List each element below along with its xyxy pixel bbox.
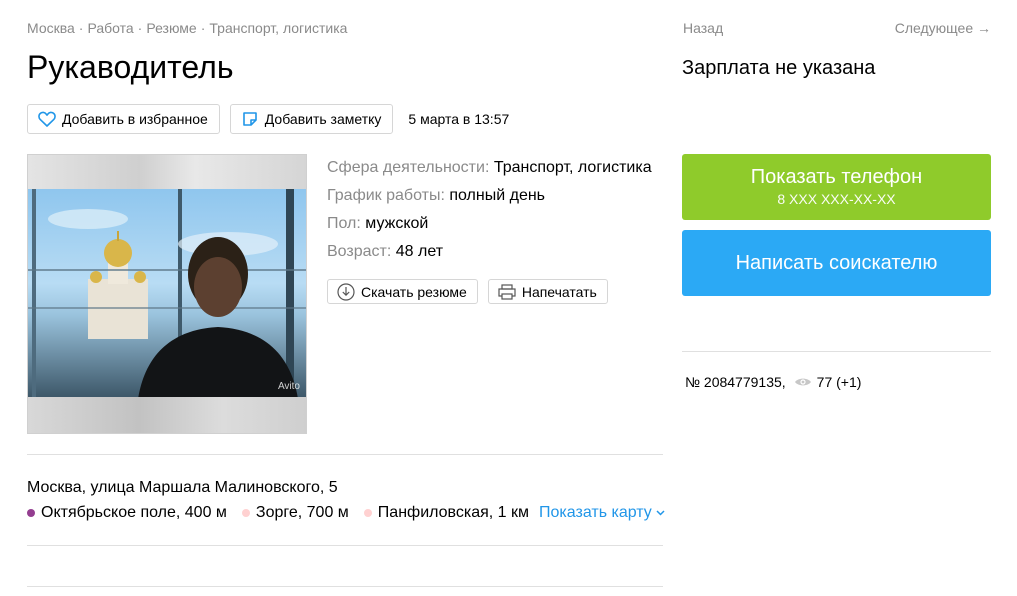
write-to-applicant-button[interactable]: Написать соискателю [682,230,991,296]
page-title: Рукаводитель [27,49,234,85]
back-link[interactable]: Назад [683,20,723,36]
metro-line-dot [241,509,250,517]
metro-station: Панфиловская, 1 км [363,504,530,522]
divider [27,545,663,546]
print-button[interactable]: Напечатать [487,279,608,304]
detail-row-gender: Пол: мужской [327,210,652,238]
view-count: 77 (+1) [816,374,862,390]
metro-line-dot [27,509,35,517]
detail-value: Транспорт, логистика [493,159,652,176]
breadcrumb: Москва · Работа · Резюме · Транспорт, логистик… [27,20,347,36]
photo-illustration [28,189,306,399]
printer-icon [498,283,516,301]
detail-row-age: Возраст: 48 лет [327,238,652,266]
salary: Зарплата не указана [682,57,876,79]
resume-photo[interactable]: Avito [27,154,307,434]
show-map-link[interactable]: Показать карту [539,504,665,522]
document-actions: Скачать резюме Напечатать [327,279,618,304]
breadcrumb-item-transport[interactable]: Транспорт, логистика [209,20,347,36]
metro-line-dot [363,509,372,517]
divider [27,586,663,587]
photo-blur-top [28,155,306,189]
detail-value: мужской [365,215,429,232]
detail-label: Сфера деятельности: [327,159,490,176]
detail-label: График работы: [327,187,445,204]
chevron-down-icon [656,507,665,519]
show-phone-button[interactable]: Показать телефон 8 XXX XXX-XX-XX [682,154,991,220]
metro-stations: Октябрьское поле, 400 м Зорге, 700 м Пан… [27,504,665,522]
add-to-favorites-button[interactable]: Добавить в избранное [27,104,220,134]
detail-label: Пол: [327,215,361,232]
breadcrumb-separator: · [78,20,84,36]
add-to-favorites-label: Добавить в избранное [62,111,208,127]
detail-label: Возраст: [327,243,392,260]
photo-blur-bottom [28,397,306,433]
heart-icon [38,110,56,128]
avito-watermark: Avito [277,381,300,392]
metro-station: Октябрьское поле, 400 м [27,504,227,522]
phone-number-masked: 8 XXX XXX-XX-XX [777,191,896,207]
breadcrumb-item-resume[interactable]: Резюме [146,20,196,36]
show-map-label: Показать карту [539,504,652,521]
photo-scene: Avito [28,189,306,399]
metro-station-label: Зорге, 700 м [255,504,349,521]
metro-station: Зорге, 700 м [241,504,349,522]
detail-value: 48 лет [395,243,444,260]
show-phone-label: Показать телефон [750,166,923,188]
breadcrumb-item-work[interactable]: Работа [87,20,133,36]
divider [682,351,991,352]
download-resume-button[interactable]: Скачать резюме [327,279,478,304]
print-label: Напечатать [521,283,597,300]
breadcrumb-separator: · [137,20,143,36]
listing-number: № 2084779135, [685,374,786,390]
detail-row-sphere: Сфера деятельности: Транспорт, логистика [327,154,652,182]
add-note-label: Добавить заметку [264,111,382,127]
note-icon [241,110,259,128]
metro-station-label: Октябрьское поле, 400 м [41,504,227,521]
eye-icon [794,376,812,388]
listing-stats: № 2084779135, 77 (+1) [685,374,861,390]
detail-value: полный день [449,187,546,204]
metro-station-label: Панфиловская, 1 км [377,504,530,521]
download-icon [337,282,355,301]
divider [27,454,663,455]
next-link[interactable]: Следующее → [895,20,991,36]
address: Москва, улица Маршала Малиновского, 5 [27,479,338,496]
resume-details: Сфера деятельности: Транспорт, логистика… [327,154,652,266]
add-note-button[interactable]: Добавить заметку [229,104,394,134]
breadcrumb-item-moscow[interactable]: Москва [27,20,75,36]
breadcrumb-separator: · [200,20,206,36]
detail-row-schedule: График работы: полный день [327,182,652,210]
listing-actions: Добавить в избранное Добавить заметку 5 … [27,104,509,134]
download-resume-label: Скачать резюме [361,283,467,300]
publish-date: 5 марта в 13:57 [408,111,510,127]
